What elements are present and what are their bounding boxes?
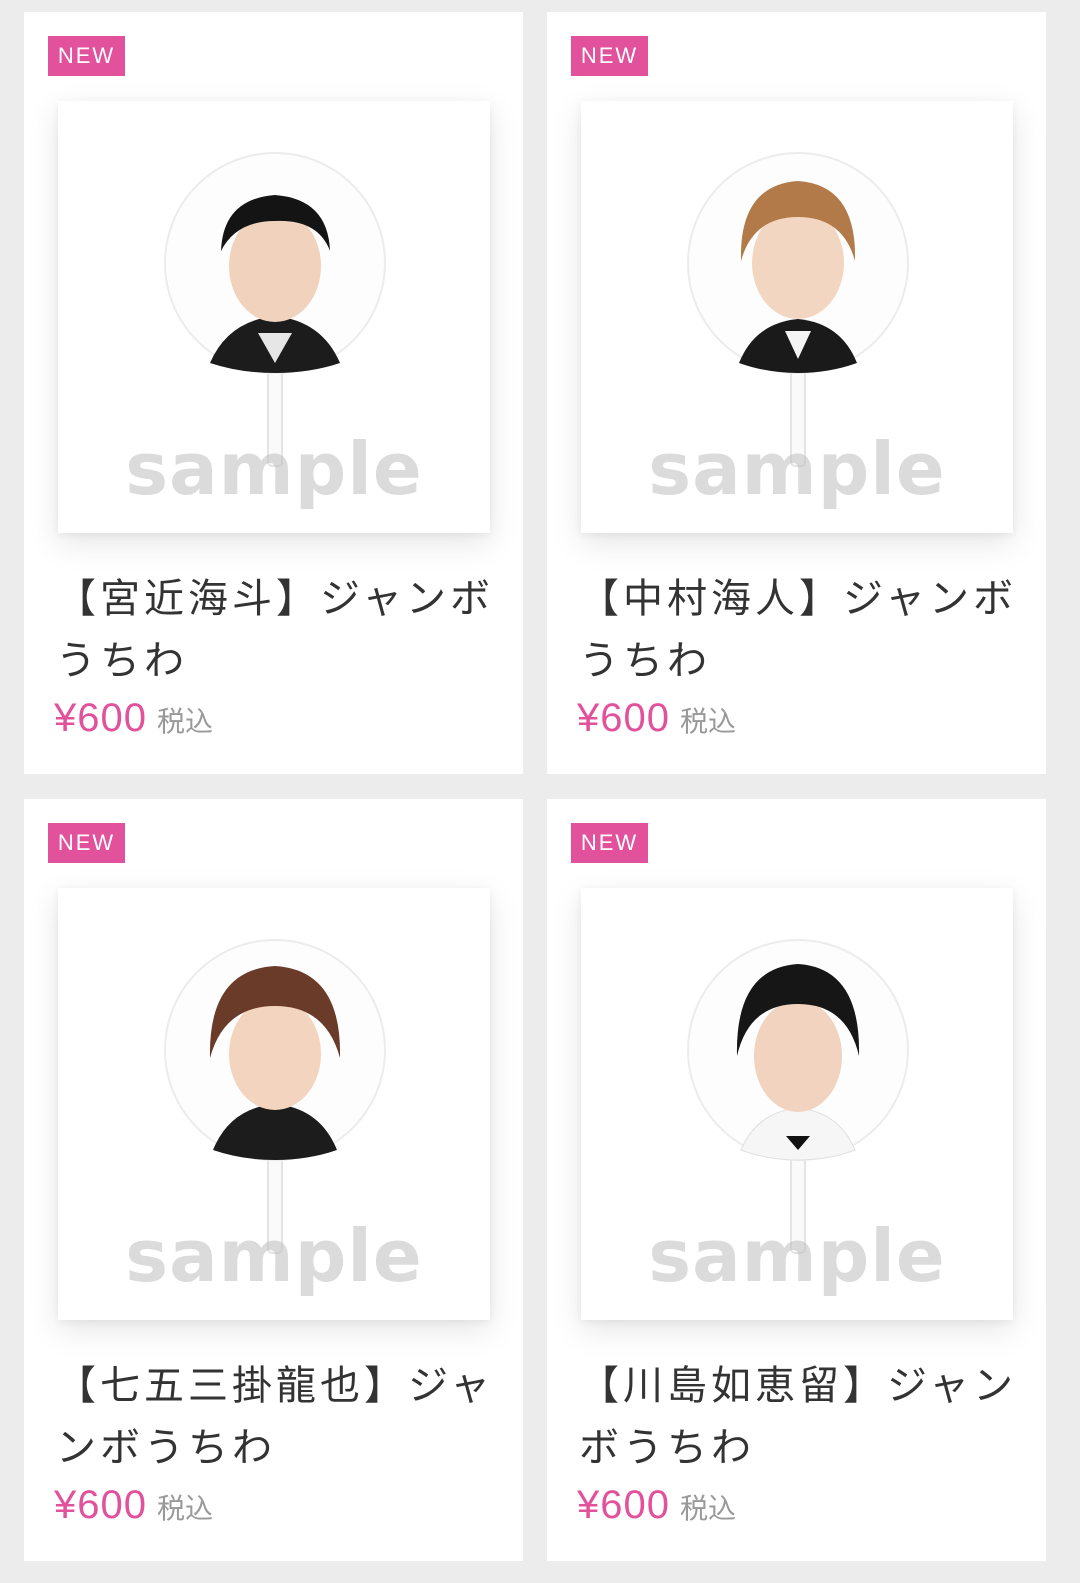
tax-label: 税込 bbox=[679, 705, 736, 738]
price-row: ¥600 税込 bbox=[54, 696, 213, 741]
product-price: ¥600 bbox=[577, 1483, 670, 1527]
price-row: ¥600 税込 bbox=[577, 1483, 736, 1528]
sample-watermark: sample bbox=[648, 427, 946, 511]
price-row: ¥600 税込 bbox=[577, 696, 736, 741]
tax-label: 税込 bbox=[156, 705, 213, 738]
product-card[interactable]: NEW sample 【七五三掛龍也】ジャンボうちわ ¥600 税込 bbox=[24, 799, 523, 1561]
new-badge: NEW bbox=[571, 823, 648, 863]
product-card[interactable]: NEW sample 【中村海人】ジャンボうちわ ¥600 税込 bbox=[547, 12, 1046, 774]
new-badge: NEW bbox=[48, 823, 125, 863]
product-image[interactable]: sample bbox=[581, 888, 1013, 1320]
sample-watermark: sample bbox=[125, 1214, 423, 1298]
product-name[interactable]: 【中村海人】ジャンボうちわ bbox=[579, 568, 1019, 692]
product-card[interactable]: NEW sample 【川島如恵留】ジャンボうちわ ¥600 税込 bbox=[547, 799, 1046, 1561]
product-image[interactable]: sample bbox=[58, 888, 490, 1320]
new-badge: NEW bbox=[571, 36, 648, 76]
product-price: ¥600 bbox=[54, 1483, 147, 1527]
tax-label: 税込 bbox=[679, 1492, 736, 1525]
product-name[interactable]: 【宮近海斗】ジャンボうちわ bbox=[56, 568, 496, 692]
product-price: ¥600 bbox=[577, 696, 670, 740]
sample-watermark: sample bbox=[125, 427, 423, 511]
price-row: ¥600 税込 bbox=[54, 1483, 213, 1528]
sample-watermark: sample bbox=[648, 1214, 946, 1298]
new-badge: NEW bbox=[48, 36, 125, 76]
product-price: ¥600 bbox=[54, 696, 147, 740]
product-grid: NEW sample 【宮近海斗】ジャンボうちわ ¥600 税込 NEW sam… bbox=[0, 0, 1080, 1583]
product-card[interactable]: NEW sample 【宮近海斗】ジャンボうちわ ¥600 税込 bbox=[24, 12, 523, 774]
product-image[interactable]: sample bbox=[581, 101, 1013, 533]
tax-label: 税込 bbox=[156, 1492, 213, 1525]
product-image[interactable]: sample bbox=[58, 101, 490, 533]
product-name[interactable]: 【七五三掛龍也】ジャンボうちわ bbox=[56, 1355, 496, 1479]
product-name[interactable]: 【川島如恵留】ジャンボうちわ bbox=[579, 1355, 1019, 1479]
